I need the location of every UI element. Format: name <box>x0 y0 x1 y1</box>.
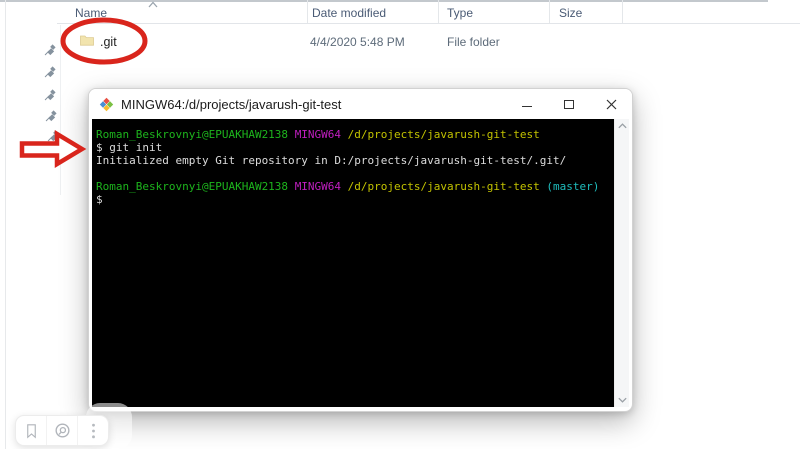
nav-pane-divider <box>60 25 61 195</box>
folder-icon <box>80 35 94 46</box>
file-row-type: File folder <box>447 35 500 49</box>
column-separator <box>438 0 439 23</box>
pushpin-icon[interactable] <box>43 89 56 102</box>
column-separator <box>622 0 623 23</box>
scroll-down-icon[interactable] <box>617 396 628 404</box>
terminal-line: $ git init <box>96 141 163 154</box>
screenshot-search-button[interactable] <box>46 416 77 445</box>
terminal-console[interactable]: Roman_Beskrovnyi@EPUAKHAW2138 MINGW64 /d… <box>92 119 614 407</box>
maximize-icon <box>564 99 574 109</box>
git-bash-diamond-icon <box>99 97 114 112</box>
pushpin-icon[interactable] <box>43 44 56 57</box>
title-bar[interactable]: MINGW64:/d/projects/javarush-git-test <box>89 89 632 119</box>
column-separator <box>549 0 550 23</box>
git-bash-window: MINGW64:/d/projects/javarush-git-test Ro… <box>88 88 633 412</box>
close-button[interactable] <box>590 89 632 119</box>
minimize-button[interactable] <box>506 89 548 119</box>
window-top-edge <box>0 0 768 2</box>
pushpin-icon[interactable] <box>46 130 59 143</box>
bookmark-button[interactable] <box>16 416 46 445</box>
screenshot-search-icon <box>54 423 70 438</box>
column-header-name[interactable]: Name <box>75 6 107 20</box>
window-title: MINGW64:/d/projects/javarush-git-test <box>121 97 342 112</box>
screen: Name Date modified Type Size .git 4/4/20… <box>0 0 800 449</box>
annotation-mini-toolbar <box>15 415 109 446</box>
terminal-line: Initialized empty Git repository in D:/p… <box>96 154 567 167</box>
column-header-size[interactable]: Size <box>559 6 582 20</box>
column-separator <box>307 0 308 23</box>
kebab-menu-button[interactable] <box>77 416 108 445</box>
terminal-scrollbar[interactable] <box>614 119 629 407</box>
file-row-date-modified: 4/4/2020 5:48 PM <box>310 35 405 49</box>
terminal-line: Roman_Beskrovnyi@EPUAKHAW2138 MINGW64 /d… <box>96 180 600 193</box>
file-row-name[interactable]: .git <box>100 35 117 49</box>
maximize-button[interactable] <box>548 89 590 119</box>
close-icon <box>606 99 616 109</box>
pushpin-icon[interactable] <box>44 110 57 123</box>
column-header-type[interactable]: Type <box>447 6 473 20</box>
kebab-menu-icon <box>91 423 95 438</box>
pushpin-icon[interactable] <box>43 66 56 79</box>
bookmark-icon <box>26 423 36 438</box>
column-header-date-modified[interactable]: Date modified <box>312 6 386 20</box>
pane-left-edge <box>5 0 6 449</box>
chevron-up-icon <box>148 1 158 8</box>
header-underline <box>57 23 800 24</box>
minimize-icon <box>522 105 532 107</box>
terminal-line: $ <box>96 193 103 206</box>
terminal-line: Roman_Beskrovnyi@EPUAKHAW2138 MINGW64 /d… <box>96 128 540 141</box>
scroll-up-icon[interactable] <box>617 122 628 130</box>
